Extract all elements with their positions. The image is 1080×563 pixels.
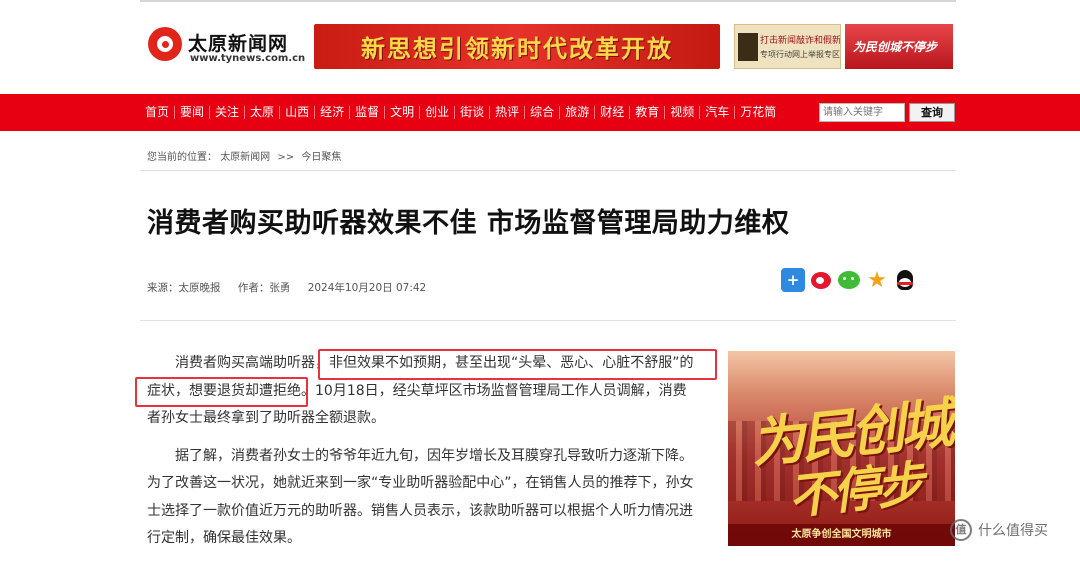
nav-item[interactable]: 财经 xyxy=(595,94,629,131)
qq-icon[interactable] xyxy=(893,268,917,292)
site-logo[interactable]: 太原新闻网 www.tynews.com.cn xyxy=(148,25,308,67)
banner-report-line1: 打击新闻敲诈和假新闻 xyxy=(760,36,841,46)
nav-item[interactable]: 首页 xyxy=(140,94,174,131)
seal-icon xyxy=(738,33,758,61)
banner-ad-civic[interactable]: 为民创城不停步 xyxy=(845,24,953,69)
share-bar: + ★ xyxy=(781,268,917,293)
nav-item[interactable]: 教育 xyxy=(630,94,664,131)
watermark-logo-icon: 值 xyxy=(950,519,972,541)
nav-item[interactable]: 汽车 xyxy=(700,94,734,131)
nav-item[interactable]: 热评 xyxy=(490,94,524,131)
breadcrumb-label: 您当前的位置： xyxy=(147,152,217,163)
weibo-icon[interactable] xyxy=(809,268,833,292)
watermark-text: 什么值得买 xyxy=(978,523,1048,539)
watermark: 值 什么值得买 xyxy=(950,519,1048,541)
nav-item[interactable]: 万花筒 xyxy=(735,94,781,131)
banner-ad-report[interactable]: 打击新闻敲诈和假新闻 专项行动网上举报专区 xyxy=(734,24,841,69)
banner-civic-text: 为民创城不停步 xyxy=(853,40,938,54)
breadcrumb-current-link[interactable]: 今日聚焦 xyxy=(301,152,341,163)
banner-main-text: 新思想引领新时代改革开放 xyxy=(361,35,673,63)
banner-ad-main[interactable]: 新思想引领新时代改革开放 xyxy=(314,24,720,69)
nav-item[interactable]: 视频 xyxy=(665,94,699,131)
banner-report-line2: 专项行动网上举报专区 xyxy=(760,50,840,59)
nav-item[interactable]: 创业 xyxy=(420,94,454,131)
highlight-box xyxy=(318,349,717,380)
nav-item[interactable]: 监督 xyxy=(350,94,384,131)
divider xyxy=(140,320,956,321)
breadcrumb-home-link[interactable]: 太原新闻网 xyxy=(220,152,270,163)
nav-item[interactable]: 关注 xyxy=(210,94,244,131)
logo-url: www.tynews.com.cn xyxy=(190,53,306,64)
nav-item[interactable]: 文明 xyxy=(385,94,419,131)
logo-mark-icon xyxy=(148,27,182,61)
nav-item[interactable]: 太原 xyxy=(245,94,279,131)
article-datetime: 2024年10月20日 07:42 xyxy=(307,282,427,294)
highlight-box xyxy=(135,377,308,407)
top-border xyxy=(140,0,956,2)
article-source: 来源：太原晚报 xyxy=(147,282,221,294)
ad-footer-text: 太原争创全国文明城市 xyxy=(728,524,955,546)
nav-item[interactable]: 要闻 xyxy=(175,94,209,131)
search-input[interactable] xyxy=(819,103,905,122)
article-title: 消费者购买助听器效果不佳 市场监督管理局助力维权 xyxy=(147,208,790,239)
ad-calligraphy-line2: 不停步 xyxy=(785,456,924,526)
nav-item[interactable]: 街谈 xyxy=(455,94,489,131)
nav-menu: 首页 要闻 关注 太原 山西 经济 监督 文明 创业 街谈 热评 综合 旅游 财经 教育 视频 汽车 万花筒 xyxy=(140,94,781,131)
nav-item[interactable]: 旅游 xyxy=(560,94,594,131)
article-author: 作者：张勇 xyxy=(237,282,291,294)
breadcrumb-separator: >> xyxy=(277,152,295,163)
wechat-icon[interactable] xyxy=(837,268,861,292)
logo-name: 太原新闻网 xyxy=(188,33,289,55)
side-ad-civic-city[interactable]: 为民创城 不停步 太原争创全国文明城市 xyxy=(728,351,955,546)
search-button[interactable]: 查询 xyxy=(909,103,955,122)
favorite-star-icon[interactable]: ★ xyxy=(865,268,889,293)
breadcrumb: 您当前的位置： 太原新闻网 >> 今日聚焦 xyxy=(147,148,341,163)
article-paragraph: 据了解，消费者孙女士的爷爷年近九旬，因年岁增长及耳膜穿孔导致听力逐渐下降。为了改… xyxy=(147,447,694,547)
plus-share-icon[interactable]: + xyxy=(781,268,805,292)
divider xyxy=(140,170,956,171)
nav-item[interactable]: 山西 xyxy=(280,94,314,131)
nav-item[interactable]: 综合 xyxy=(525,94,559,131)
nav-item[interactable]: 经济 xyxy=(315,94,349,131)
main-nav-bar: 首页要闻关注太原山西经济监督文明创业街谈热评综合旅游财经教育视频汽车万花筒 查询 xyxy=(0,94,1080,131)
article-meta: 来源：太原晚报 作者：张勇 2024年10月20日 07:42 xyxy=(147,280,440,295)
